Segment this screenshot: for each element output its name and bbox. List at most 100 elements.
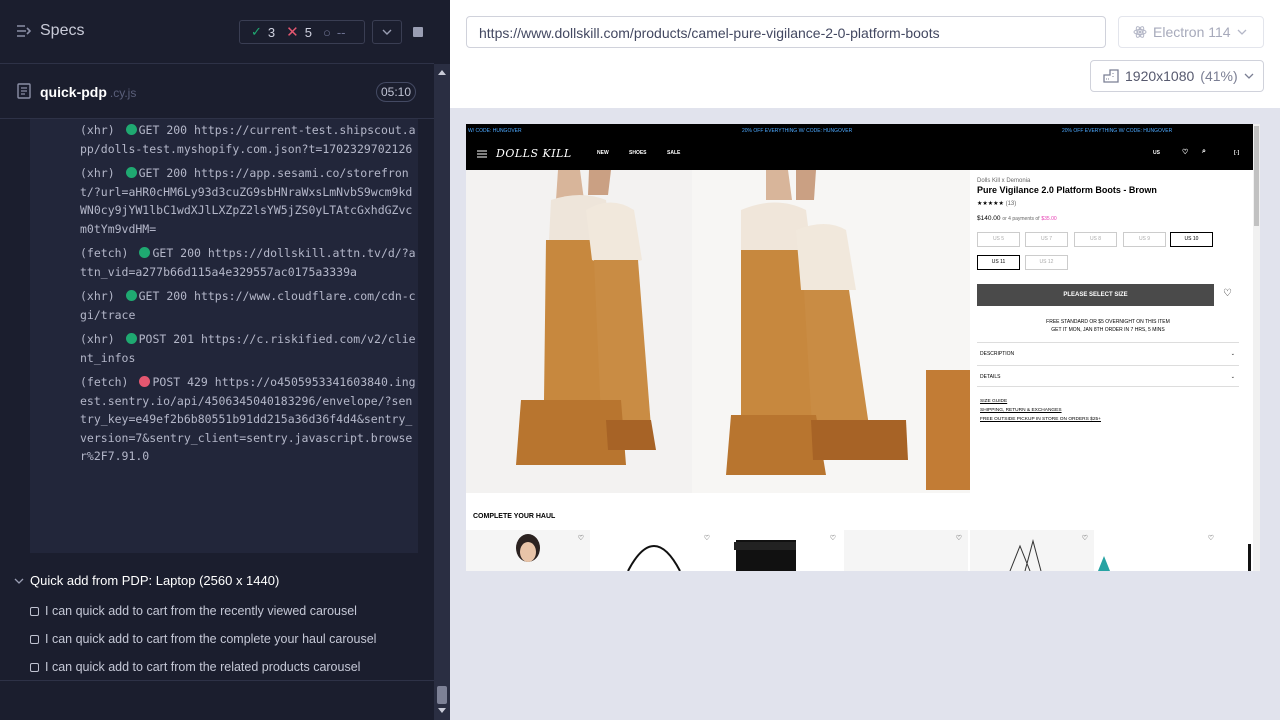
menu-icon [17, 25, 32, 37]
region-select[interactable]: US [1153, 150, 1160, 156]
spec-file-row[interactable]: quick-pdp .cy.js [0, 76, 434, 108]
accordion-details[interactable]: DETAILS ⌄ [977, 365, 1239, 387]
heart-icon[interactable]: ♡ [704, 534, 710, 542]
heart-icon[interactable]: ♡ [830, 534, 836, 542]
product-thumb [516, 534, 540, 562]
network-log-box: (xhr) GET 200 https://current-test.shipsc… [30, 119, 418, 553]
heart-icon[interactable]: ♡ [1223, 288, 1232, 299]
haul-product-tile[interactable]: ♡ [592, 530, 716, 571]
browser-select[interactable]: Electron 114 [1118, 16, 1264, 48]
test-item[interactable]: I can quick add to cart from the complet… [30, 632, 376, 646]
log-entry[interactable]: (fetch) POST 429 https://o450595334160384… [80, 373, 418, 466]
select-size-button[interactable]: PLEASE SELECT SIZE [977, 284, 1214, 306]
log-entry[interactable]: (xhr) GET 200 https://current-test.shipsc… [80, 121, 418, 158]
product-brand: Dolls Kill x Demonia [977, 178, 1031, 184]
chevron-down-button[interactable] [372, 20, 402, 44]
passed-stat: ✓ 3 [251, 24, 276, 40]
log-entry[interactable]: (fetch) GET 200 https://dollskill.attn.tv… [80, 244, 418, 281]
log-url: https://dollskill.attn.tv/d/?attn_vid=a2… [80, 246, 416, 279]
hamburger-icon[interactable] [477, 150, 487, 158]
wishlist-icon[interactable]: ♡ [1182, 148, 1188, 156]
electron-icon [1133, 26, 1147, 38]
pickup-link[interactable]: FREE OUTSIDE PICKUP IN STORE ON ORDERS $… [980, 417, 1101, 422]
shipping-link[interactable]: SHIPPING, RETURN & EXCHANGES [980, 408, 1062, 413]
checkbox-icon [30, 634, 39, 644]
reporter-scrollbar[interactable] [434, 64, 450, 720]
chevron-down-icon [1237, 29, 1247, 35]
aut-iframe[interactable]: W/ CODE: HUNGOVER 20% OFF EVERYTHING W/ … [466, 124, 1260, 571]
haul-product-tile[interactable]: ♡ [718, 530, 842, 571]
log-type: (xhr) [80, 166, 115, 180]
status-dot [125, 124, 137, 135]
log-method: POST 429 [152, 375, 208, 389]
document-icon [17, 83, 31, 99]
product-thumb [734, 540, 796, 571]
product-thumb [627, 545, 681, 571]
size-option[interactable]: US 10 [1170, 232, 1213, 247]
nav-sale[interactable]: SALE [667, 150, 680, 156]
spec-file-ext: .cy.js [109, 86, 137, 100]
log-method: GET 200 [152, 246, 201, 260]
log-method: POST 201 [138, 332, 195, 346]
failed-stat: ✕ 5 [286, 24, 312, 41]
size-option[interactable]: US 9 [1123, 232, 1166, 247]
aut-scrollbar-thumb[interactable] [1254, 126, 1259, 226]
promo-bar: W/ CODE: HUNGOVER 20% OFF EVERYTHING W/ … [466, 124, 1260, 137]
status-dot [139, 247, 151, 258]
status-dot [139, 376, 151, 387]
x-icon: ✕ [286, 24, 299, 41]
size-option[interactable]: US 11 [977, 255, 1020, 270]
scrollbar-thumb[interactable] [437, 686, 447, 704]
heart-icon[interactable]: ♡ [1082, 534, 1088, 542]
heart-icon[interactable]: ♡ [956, 534, 962, 542]
suite-title[interactable]: Quick add from PDP: Laptop (2560 x 1440) [14, 573, 279, 588]
log-method: GET 200 [138, 123, 188, 137]
chevron-down-icon: ⌄ [1230, 374, 1235, 380]
log-entry[interactable]: (xhr) POST 201 https://c.riskified.com/v2… [80, 330, 418, 367]
log-entry[interactable]: (xhr) GET 200 https://www.cloudflare.com/… [80, 287, 418, 324]
haul-product-tile[interactable]: ♡ [1096, 530, 1220, 571]
checkbox-icon [30, 662, 39, 672]
stop-button[interactable] [403, 20, 433, 44]
site-logo[interactable]: DOLLS KILL [496, 147, 572, 160]
size-option[interactable]: US 12 [1025, 255, 1068, 270]
rating[interactable]: ★★★★★ (13) [977, 200, 1016, 207]
test-item[interactable]: I can quick add to cart from the recentl… [30, 604, 357, 618]
accordion-description[interactable]: DESCRIPTION ⌄ [977, 342, 1239, 364]
cart-icon[interactable]: [◦] [1234, 150, 1239, 156]
test-item[interactable]: I can quick add to cart from the related… [30, 660, 360, 674]
status-dot [125, 167, 137, 178]
size-guide-link[interactable]: SIZE GUIDE [980, 399, 1007, 404]
stats-group: ✓ 3 ✕ 5 ○ -- [239, 20, 365, 44]
scroll-up-icon [438, 70, 446, 75]
check-icon: ✓ [251, 24, 262, 39]
url-bar[interactable]: https://www.dollskill.com/products/camel… [466, 16, 1106, 48]
heart-icon[interactable]: ♡ [578, 534, 584, 542]
reporter-footer [0, 680, 434, 720]
nav-new[interactable]: NEW [597, 150, 609, 156]
search-icon[interactable]: ⌕ [1202, 148, 1206, 156]
chevron-down-icon: ⌄ [1230, 351, 1235, 357]
haul-product-tile[interactable]: ♡ [970, 530, 1094, 571]
haul-product-tile[interactable]: ♡ [466, 530, 590, 571]
product-thumb [1009, 539, 1042, 571]
haul-product-tile[interactable]: ♡ [844, 530, 968, 571]
reporter-header: Specs ✓ 3 ✕ 5 ○ -- [0, 0, 434, 64]
viewport-select[interactable]: 1920x1080 (41%) [1090, 60, 1264, 92]
size-option[interactable]: US 8 [1074, 232, 1117, 247]
specs-toggle[interactable]: Specs [16, 22, 84, 40]
size-option[interactable]: US 7 [1025, 232, 1068, 247]
size-option[interactable]: US 5 [977, 232, 1020, 247]
nav-shoes[interactable]: SHOES [629, 150, 647, 156]
heart-icon[interactable]: ♡ [1208, 534, 1214, 542]
chevron-down-icon [14, 578, 24, 584]
status-dot [125, 290, 137, 301]
log-type: (xhr) [80, 289, 115, 303]
product-image [466, 170, 970, 493]
ruler-icon [1103, 69, 1119, 83]
log-entry[interactable]: (xhr) GET 200 https://app.sesami.co/store… [80, 164, 418, 238]
spec-file-name: quick-pdp .cy.js [40, 84, 137, 100]
log-type: (fetch) [80, 246, 129, 260]
product-thumb [1098, 556, 1110, 571]
boots-image [516, 170, 970, 493]
